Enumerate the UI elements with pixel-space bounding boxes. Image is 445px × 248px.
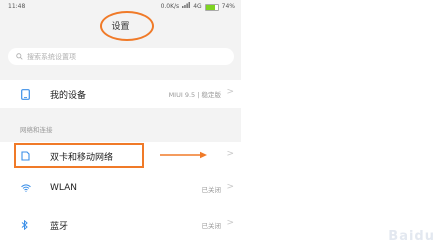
search-input[interactable]: 搜索系统设置项	[8, 48, 234, 65]
arrow-right-icon	[160, 151, 207, 159]
wlan-row[interactable]: WLAN 已关闭 >	[0, 176, 241, 202]
bluetooth-status: 已关闭	[201, 222, 222, 230]
wlan-status: 已关闭	[201, 186, 222, 194]
baidu-watermark: Baidu	[388, 229, 435, 244]
bluetooth-label: 蓝牙	[50, 222, 69, 232]
chevron-right-icon: >	[226, 87, 234, 97]
network-speed: 0.0K/s	[160, 3, 180, 10]
chevron-right-icon: >	[226, 218, 234, 228]
my-device-value: MIUI 9.5 | 稳定版	[168, 91, 221, 99]
bluetooth-row[interactable]: 蓝牙 已关闭 >	[0, 212, 241, 238]
dual-sim-highlight-box	[14, 143, 144, 168]
chevron-right-icon: >	[226, 149, 234, 159]
section-header-network: 网络和连接	[20, 126, 53, 134]
phone-screen: 11:48 0.0K/s 4G 74% 设置 搜索系统设置项 我的设备 MIUI…	[0, 0, 241, 248]
my-device-row[interactable]: 我的设备 MIUI 9.5 | 稳定版 >	[0, 81, 241, 107]
search-placeholder: 搜索系统设置项	[27, 52, 76, 61]
battery-percent: 74%	[221, 3, 235, 10]
title-highlight-circle	[100, 11, 154, 41]
bluetooth-icon	[21, 220, 28, 230]
phone-icon	[21, 89, 30, 100]
my-device-label: 我的设备	[50, 91, 87, 101]
signal-icon	[182, 0, 191, 14]
search-icon	[16, 53, 23, 60]
status-indicators: 0.0K/s 4G 74%	[161, 0, 235, 14]
wlan-label: WLAN	[50, 183, 78, 193]
network-type: 4G	[193, 3, 202, 10]
battery-fill	[205, 4, 215, 10]
device-card: 我的设备 MIUI 9.5 | 稳定版 >	[0, 80, 241, 108]
battery-icon	[204, 3, 219, 11]
status-time: 11:48	[8, 3, 26, 10]
wifi-icon	[21, 184, 31, 192]
chevron-right-icon: >	[226, 182, 234, 192]
